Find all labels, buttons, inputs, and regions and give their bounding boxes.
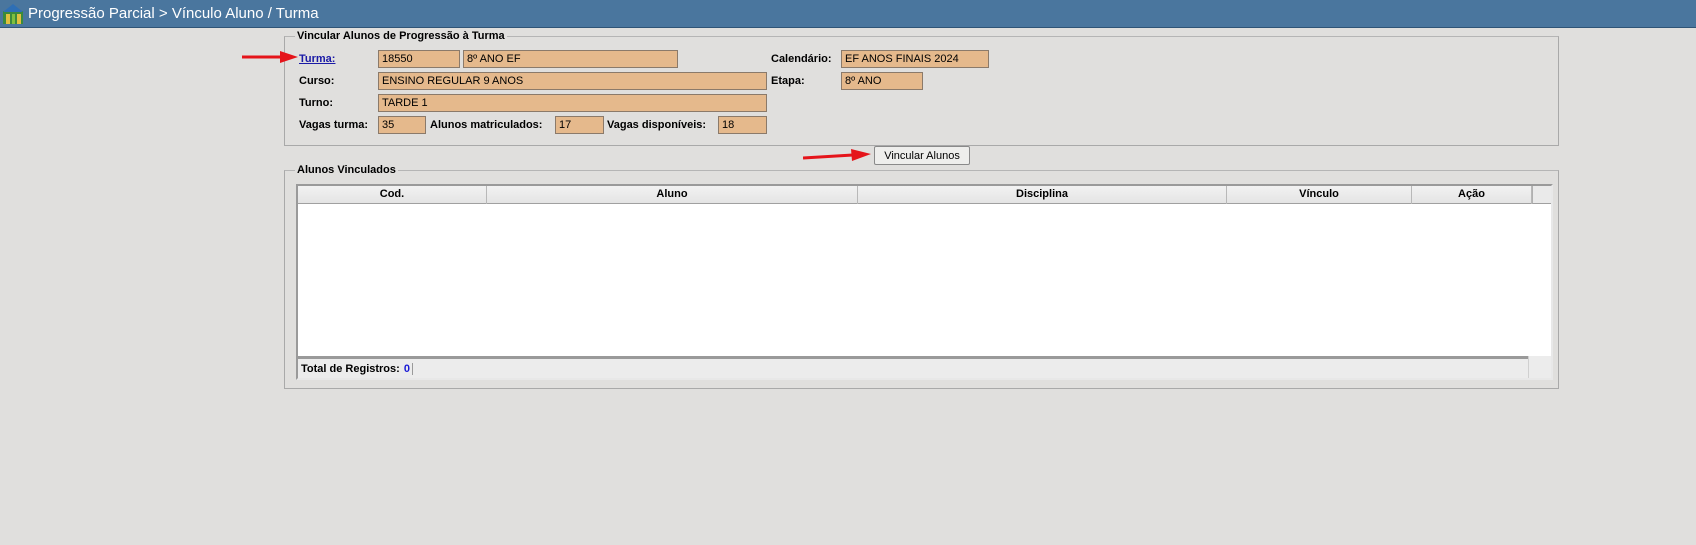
calendario-label: Calendário:: [771, 53, 832, 65]
curso-field[interactable]: ENSINO REGULAR 9 ANOS: [378, 72, 767, 90]
grid-header: Cod. Aluno Disciplina Vínculo Ação: [298, 186, 1532, 204]
col-cod[interactable]: Cod.: [298, 186, 487, 204]
col-disciplina[interactable]: Disciplina: [858, 186, 1227, 204]
vagas-label: Vagas turma:: [299, 119, 369, 131]
alunos-grid: Cod. Aluno Disciplina Vínculo Ação Total…: [296, 184, 1553, 380]
calendario-field[interactable]: EF ANOS FINAIS 2024: [841, 50, 989, 68]
turma-link[interactable]: Turma:: [299, 53, 335, 65]
vincular-alunos-button[interactable]: Vincular Alunos: [874, 146, 970, 165]
grid-footer-corner: [1528, 356, 1551, 378]
col-aluno[interactable]: Aluno: [487, 186, 858, 204]
turma-name-field[interactable]: 8º ANO EF: [463, 50, 678, 68]
etapa-label: Etapa:: [771, 75, 805, 87]
matriculados-field[interactable]: 17: [555, 116, 604, 134]
page-title: Progressão Parcial > Vínculo Aluno / Tur…: [28, 5, 319, 22]
red-arrow-icon: [803, 149, 871, 161]
etapa-field[interactable]: 8º ANO: [841, 72, 923, 90]
app-logo-icon: [3, 3, 23, 24]
turno-label: Turno:: [299, 97, 334, 109]
grid-footer: Total de Registros: 0: [298, 356, 1528, 378]
matriculados-label: Alunos matriculados:: [430, 119, 543, 131]
title-bar: Progressão Parcial > Vínculo Aluno / Tur…: [0, 0, 1696, 28]
red-arrow-icon: [242, 51, 298, 63]
turma-code-field[interactable]: 18550: [378, 50, 460, 68]
col-vinculo[interactable]: Vínculo: [1227, 186, 1412, 204]
grid-scroll-corner[interactable]: [1532, 186, 1551, 204]
col-acao[interactable]: Ação: [1412, 186, 1532, 204]
disponiveis-field[interactable]: 18: [718, 116, 767, 134]
curso-label: Curso:: [299, 75, 335, 87]
total-value: 0: [404, 362, 413, 375]
vincular-legend: Vincular Alunos de Progressão à Turma: [297, 30, 505, 42]
disponiveis-label: Vagas disponíveis:: [607, 119, 707, 131]
vagas-field[interactable]: 35: [378, 116, 426, 134]
grid-body: [298, 205, 1551, 355]
vinculados-legend: Alunos Vinculados: [297, 164, 396, 176]
turno-field[interactable]: TARDE 1: [378, 94, 767, 112]
total-label: Total de Registros:: [301, 362, 400, 375]
